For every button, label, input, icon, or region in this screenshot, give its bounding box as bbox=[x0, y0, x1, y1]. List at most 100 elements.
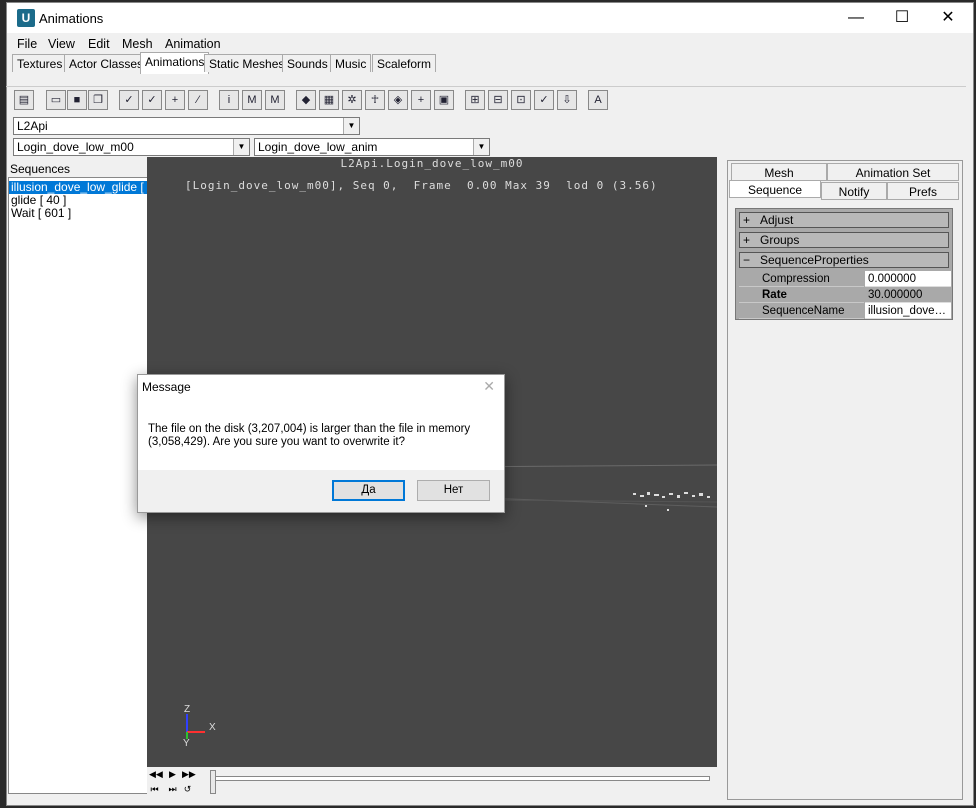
tab-notify[interactable]: Notify bbox=[821, 182, 887, 200]
chevron-down-icon[interactable]: ▼ bbox=[233, 139, 249, 155]
notify-icon[interactable]: ✓ bbox=[534, 90, 554, 110]
close-icon[interactable]: ✕ bbox=[483, 378, 495, 395]
cube-icon[interactable]: ◆ bbox=[296, 90, 316, 110]
maximize-button[interactable]: ☐ bbox=[879, 3, 925, 33]
menu-animation[interactable]: Animation bbox=[165, 37, 221, 51]
property-value[interactable]: illusion_dove_low_glide bbox=[865, 303, 951, 319]
skip-start-icon[interactable]: ⏮ bbox=[149, 784, 160, 795]
save-icon[interactable]: ■ bbox=[67, 90, 87, 110]
category-label: SequenceProperties bbox=[760, 253, 869, 267]
lod-icon[interactable]: ▣ bbox=[434, 90, 454, 110]
category-sequence-properties[interactable]: − SequenceProperties bbox=[739, 252, 949, 268]
tab-animations[interactable]: Animations bbox=[140, 52, 210, 74]
dialog-footer: Да Нет bbox=[138, 470, 504, 512]
no-button[interactable]: Нет bbox=[417, 480, 490, 501]
sequences-label: Sequences bbox=[10, 162, 71, 176]
edit-props-icon[interactable]: ✓ bbox=[119, 90, 139, 110]
tab-actor-classes[interactable]: Actor Classes bbox=[64, 54, 149, 72]
link-icon[interactable]: ⁄ bbox=[188, 90, 208, 110]
dialog-title: Message bbox=[142, 380, 191, 394]
loop-icon[interactable]: ↺ bbox=[182, 784, 193, 795]
message-dialog: Message ✕ The file on the disk (3,207,00… bbox=[137, 374, 505, 513]
open-folder-icon[interactable]: ▭ bbox=[46, 90, 66, 110]
rewind-icon[interactable]: ◀◀ bbox=[149, 769, 163, 780]
mesh-combo[interactable]: Login_dove_low_m00 ▼ bbox=[13, 138, 250, 156]
socket-icon[interactable]: ◈ bbox=[388, 90, 408, 110]
dialog-message: The file on the disk (3,207,004) is larg… bbox=[148, 423, 471, 448]
category-label: Adjust bbox=[760, 213, 794, 227]
wireframe-icon[interactable]: ▦ bbox=[319, 90, 339, 110]
preview-icon[interactable]: A bbox=[588, 90, 608, 110]
category-groups[interactable]: + Groups bbox=[739, 232, 949, 248]
export-icon[interactable]: ⊟ bbox=[488, 90, 508, 110]
mesh-props-2-icon[interactable]: M bbox=[265, 90, 285, 110]
edit-props-2-icon[interactable]: ✓ bbox=[142, 90, 162, 110]
property-name: Compression bbox=[739, 271, 864, 287]
category-label: Groups bbox=[760, 233, 800, 247]
anim-set-combo[interactable]: Login_dove_low_anim ▼ bbox=[254, 138, 490, 156]
tab-animation-set[interactable]: Animation Set bbox=[827, 163, 959, 181]
menu-mesh[interactable]: Mesh bbox=[122, 37, 153, 51]
tab-static-meshes[interactable]: Static Meshes bbox=[204, 54, 290, 72]
tab-sequence[interactable]: Sequence bbox=[729, 180, 821, 198]
axis-x-label: X bbox=[209, 722, 216, 733]
close-button[interactable]: ✕ bbox=[925, 3, 971, 33]
add-icon[interactable]: + bbox=[165, 90, 185, 110]
collapse-icon[interactable]: − bbox=[743, 253, 750, 267]
fast-forward-icon[interactable]: ▶▶ bbox=[182, 769, 196, 780]
timeline-slider-thumb[interactable] bbox=[210, 770, 216, 794]
refresh-icon[interactable]: ⊡ bbox=[511, 90, 531, 110]
anim-set-combo-value: Login_dove_low_anim bbox=[258, 140, 378, 154]
pivot-icon[interactable]: + bbox=[411, 90, 431, 110]
tab-music[interactable]: Music bbox=[330, 54, 372, 72]
browser-tabs: Textures Actor Classes Animations Static… bbox=[6, 52, 966, 74]
unreal-app-icon: U bbox=[17, 9, 35, 27]
window-title: Animations bbox=[39, 11, 104, 26]
property-name: Rate bbox=[739, 287, 864, 303]
tree-icon[interactable]: ▤ bbox=[14, 90, 34, 110]
menu-file[interactable]: File bbox=[17, 37, 37, 51]
category-adjust[interactable]: + Adjust bbox=[739, 212, 949, 228]
expand-icon[interactable]: + bbox=[743, 213, 750, 227]
property-row-sequence-name[interactable]: SequenceName illusion_dove_low_glide bbox=[739, 303, 951, 319]
chevron-down-icon[interactable]: ▼ bbox=[473, 139, 489, 155]
yes-button[interactable]: Да bbox=[332, 480, 405, 501]
list-item[interactable]: Wait [ 601 ] bbox=[9, 207, 147, 220]
axis-gizmo bbox=[186, 714, 205, 739]
property-value[interactable]: 30.000000 bbox=[865, 287, 951, 303]
property-grid: + Adjust + Groups − SequenceProperties C… bbox=[735, 208, 953, 320]
property-row-rate[interactable]: Rate 30.000000 bbox=[739, 287, 951, 303]
axis-y-label: Y bbox=[183, 738, 190, 749]
import-icon[interactable]: ⊞ bbox=[465, 90, 485, 110]
property-value[interactable]: 0.000000 bbox=[865, 271, 951, 287]
property-name: SequenceName bbox=[739, 303, 864, 319]
info-icon[interactable]: i bbox=[219, 90, 239, 110]
mesh-combo-value: Login_dove_low_m00 bbox=[17, 140, 134, 154]
mesh-props-icon[interactable]: M bbox=[242, 90, 262, 110]
menu-edit[interactable]: Edit bbox=[88, 37, 110, 51]
tab-scaleform[interactable]: Scaleform bbox=[372, 54, 437, 72]
tab-sounds[interactable]: Sounds bbox=[282, 54, 333, 72]
expand-icon[interactable]: + bbox=[743, 233, 750, 247]
property-row-compression[interactable]: Compression 0.000000 bbox=[739, 271, 951, 287]
timeline-slider-track[interactable] bbox=[214, 776, 710, 781]
tab-prefs[interactable]: Prefs bbox=[887, 182, 959, 200]
copy-icon[interactable]: ❐ bbox=[88, 90, 108, 110]
tab-textures[interactable]: Textures bbox=[12, 54, 68, 72]
toolbar: ▤ ▭ ■ ❐ ✓ ✓ + ⁄ i M M ◆ ▦ ✲ ☥ ◈ + ▣ ⊞ ⊟ … bbox=[6, 86, 966, 113]
play-icon[interactable]: ▶ bbox=[167, 769, 178, 780]
chevron-down-icon[interactable]: ▼ bbox=[343, 118, 359, 134]
playback-bar: ◀◀ ▶ ▶▶ ⏮ ⏭ ↺ bbox=[147, 767, 717, 797]
minimize-button[interactable]: — bbox=[833, 3, 879, 33]
bones-icon[interactable]: ✲ bbox=[342, 90, 362, 110]
package-combo-value: L2Api bbox=[17, 119, 48, 133]
sequences-list[interactable]: illusion_dove_low_glide [ 40 ] glide [ 4… bbox=[8, 177, 148, 794]
compress-icon[interactable]: ⇩ bbox=[557, 90, 577, 110]
tab-mesh[interactable]: Mesh bbox=[731, 163, 827, 181]
skeleton-icon[interactable]: ☥ bbox=[365, 90, 385, 110]
package-combo[interactable]: L2Api ▼ bbox=[13, 117, 360, 135]
skip-end-icon[interactable]: ⏭ bbox=[167, 784, 178, 795]
axis-z-label: Z bbox=[184, 704, 191, 715]
menu-view[interactable]: View bbox=[48, 37, 75, 51]
title-bar: U Animations — ☐ ✕ bbox=[7, 3, 973, 33]
